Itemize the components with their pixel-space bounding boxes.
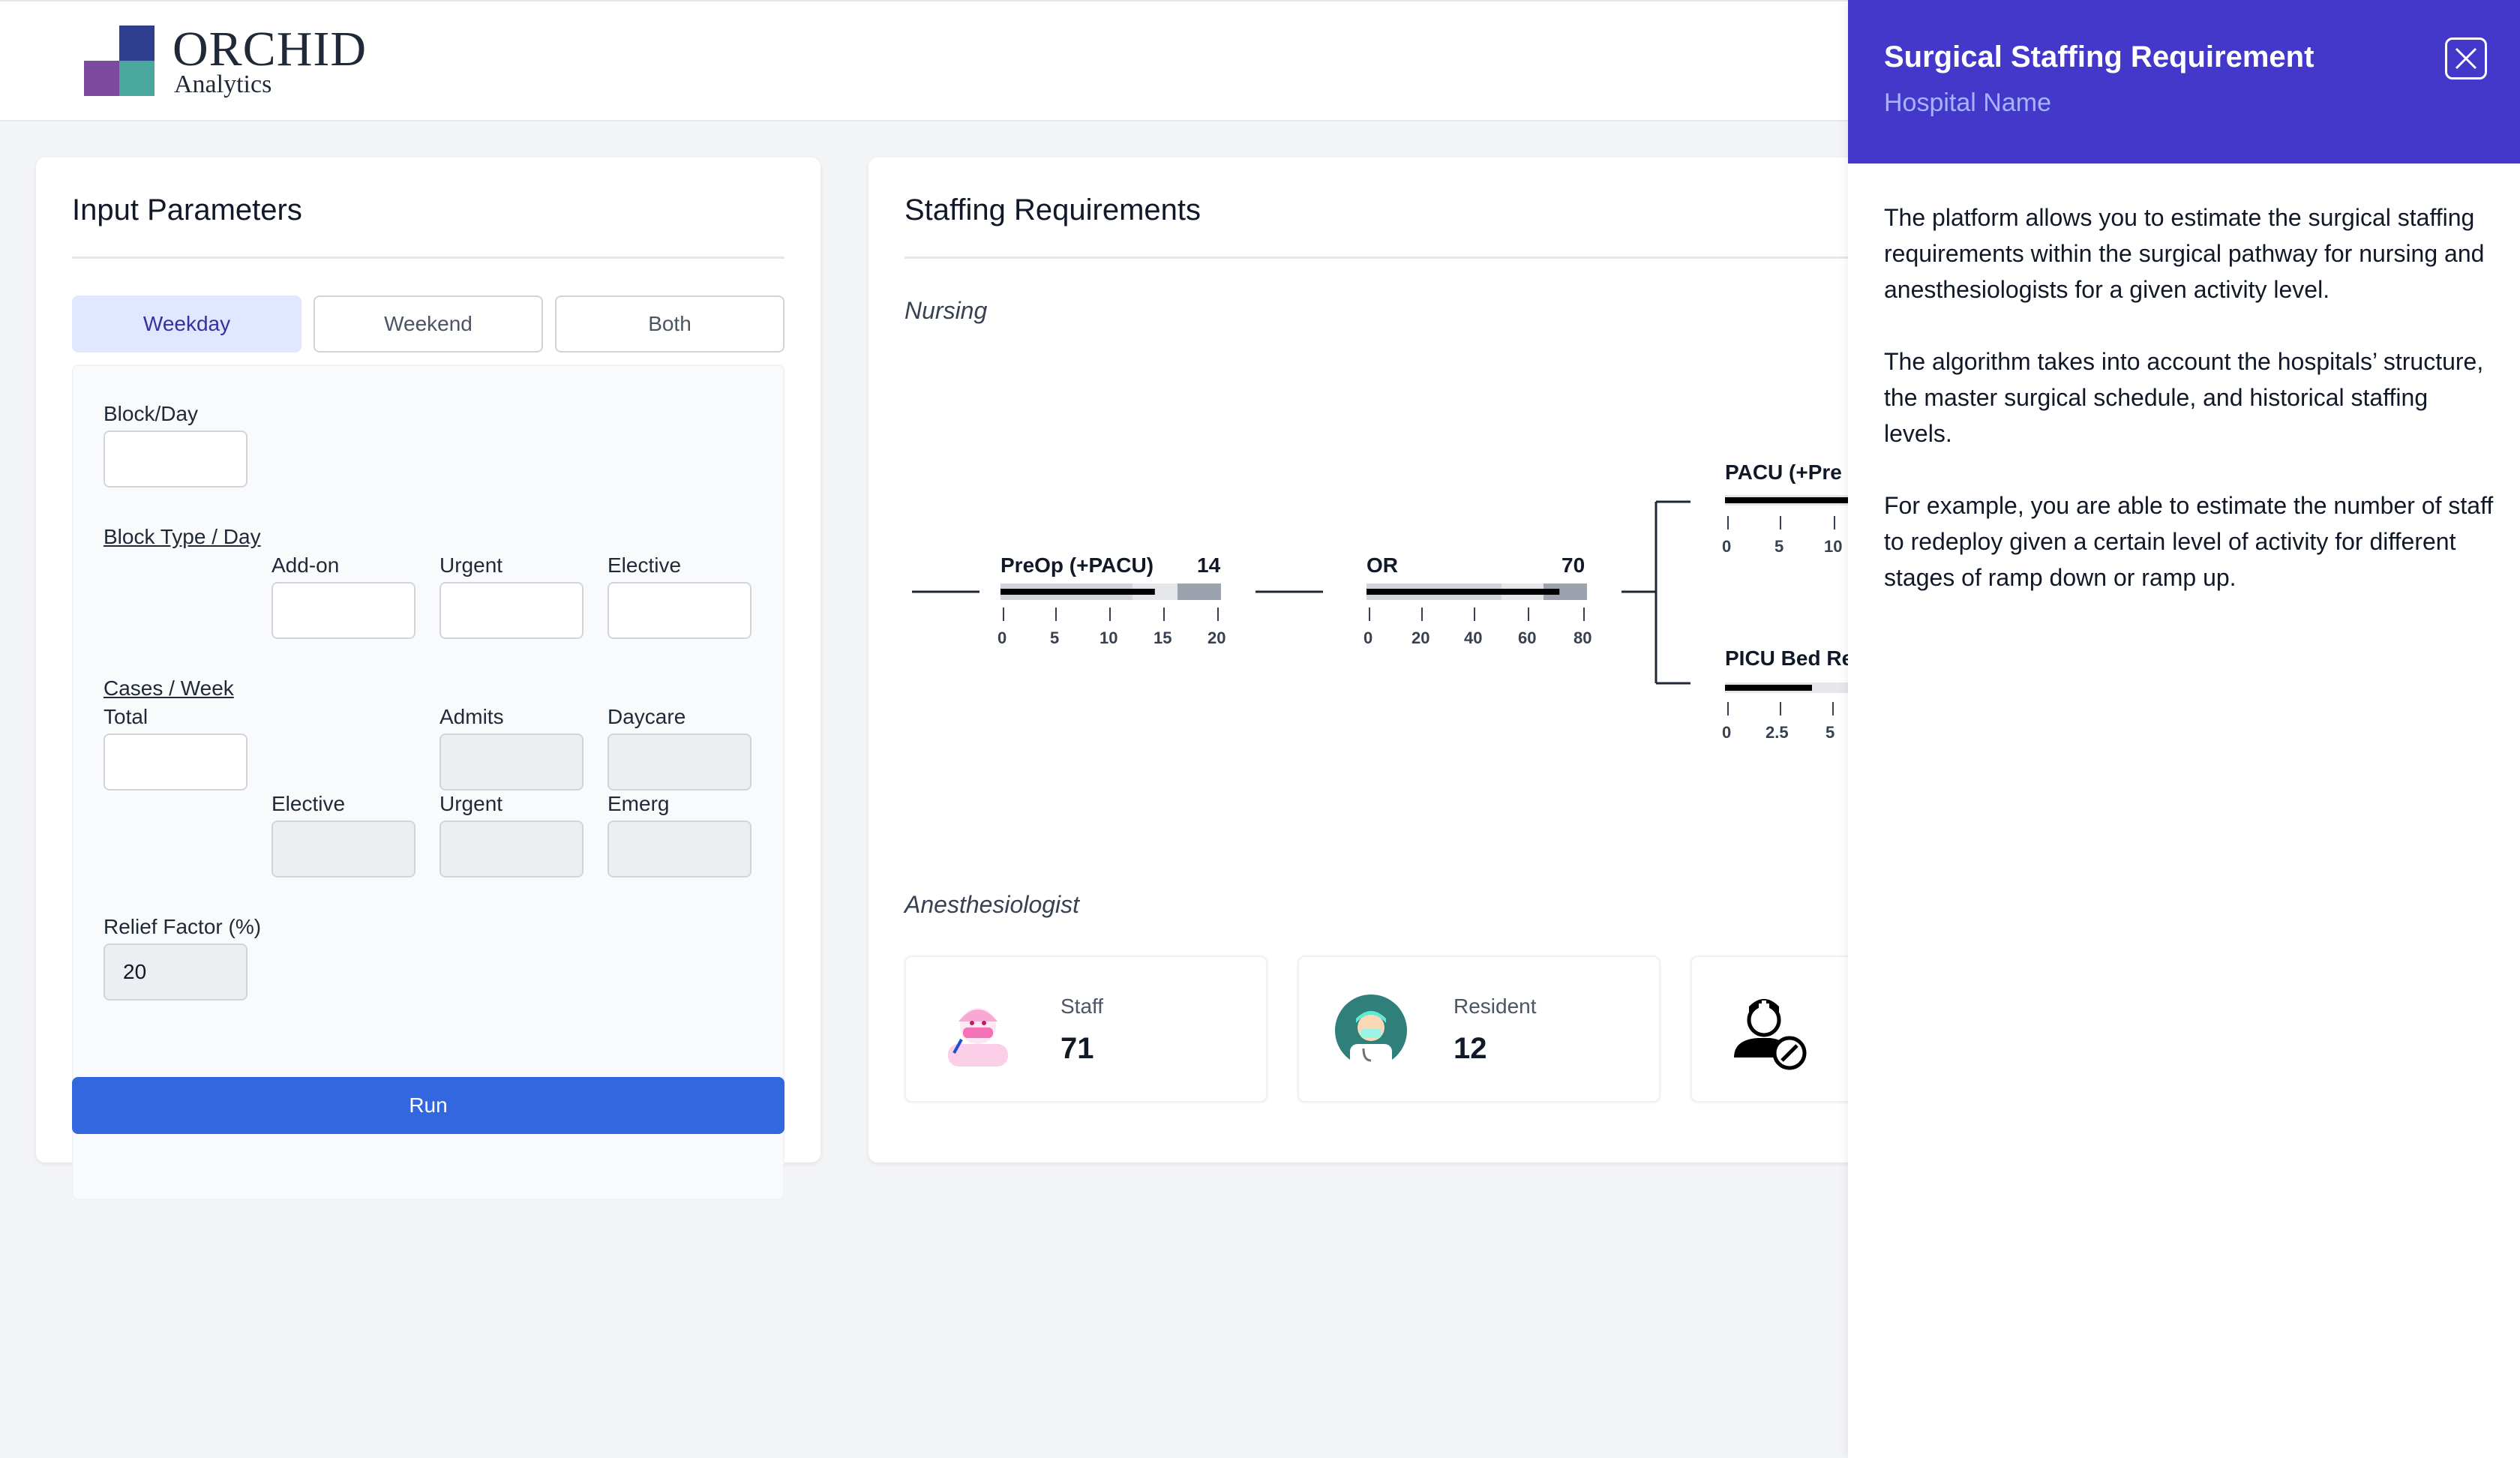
or-tick-label: 20 [1412,628,1430,647]
preop-tick-label: 0 [998,628,1007,647]
block-type-label: Block Type / Day [104,525,261,548]
preop-tick-label: 10 [1100,628,1118,647]
preop-tick-label: 20 [1208,628,1226,647]
or-tick-label: 80 [1574,628,1592,647]
close-icon [2455,47,2477,70]
orchid-logo[interactable]: ORCHID Analytics [84,22,384,100]
resident-avatar-icon [1335,994,1407,1068]
preop-tick-label: 15 [1154,628,1172,647]
drawer-paragraph-3: For example, you are able to estimate th… [1884,492,2494,591]
urgent-label: Urgent [440,554,503,577]
emerg-field [608,820,752,878]
total-input[interactable] [104,734,248,790]
total-label: Total [104,705,148,728]
anesthesiologist-section-title: Anesthesiologist [904,891,1080,918]
elective-input[interactable] [608,582,752,639]
input-form-panel: Block/Day Block Type / Day Add-on Urgent… [72,364,784,1200]
pacu-gauge [1725,495,1858,530]
nurse-avatar-icon [1734,999,1807,1070]
picu-gauge-bar [1725,685,1812,691]
stat-card-resident: Resident 12 [1298,956,1660,1102]
pacu-tick-label: 5 [1774,537,1784,556]
stat-card-staff: Staff 71 [904,956,1268,1102]
drawer-header: Surgical Staffing Requirement Hospital N… [1848,0,2520,164]
block-day-label: Block/Day [104,402,199,425]
picu-tick-label: 0 [1722,723,1732,742]
info-drawer: Surgical Staffing Requirement Hospital N… [1848,0,2520,1458]
preop-tick-label: 5 [1050,628,1060,647]
relief-factor-input[interactable]: 20 [104,944,248,1000]
picu-gauge-title: PICU Bed Re [1725,646,1854,670]
preop-gauge-title: PreOp (+PACU) [1000,554,1154,577]
resident-label: Resident [1454,994,1537,1018]
urgent-input[interactable] [440,582,584,639]
block-day-input[interactable] [104,430,248,488]
logo-square-teal [119,61,154,96]
daycare-field [608,734,752,790]
resident-value: 12 [1454,1032,1487,1065]
pacu-tick-label: 10 [1824,537,1843,556]
elective-cases-field [272,820,416,878]
preop-gauge-bar [1000,589,1155,595]
staffing-requirements-card: Staffing Requirements Nursing PreOp (+PA… [868,158,1858,1162]
or-tick-label: 60 [1518,628,1537,647]
admits-label: Admits [440,705,504,728]
logo-square-purple [84,61,119,96]
relief-factor-label: Relief Factor (%) [104,915,262,938]
picu-gauge [1725,682,1858,716]
urgent-cases-field [440,820,584,878]
logo-name: ORCHID [172,22,368,76]
title-divider [72,256,784,259]
preop-gauge [1000,584,1221,621]
admits-field [440,734,584,790]
daycare-label: Daycare [608,705,686,728]
or-gauge-title: OR [1366,554,1398,577]
stat-card-nurse [1690,956,1858,1102]
addon-label: Add-on [272,554,340,577]
pacu-gauge-bar [1725,497,1858,503]
logo-square-blue [119,26,154,61]
urgent-cases-label: Urgent [440,792,503,815]
drawer-subtitle: Hospital Name [1884,88,2051,117]
elective-label: Elective [608,554,682,577]
input-parameters-title: Input Parameters [72,194,302,226]
preop-gauge-value: 14 [1197,554,1221,577]
pacu-tick-label: 0 [1722,537,1732,556]
staff-label: Staff [1060,994,1104,1018]
pacu-gauge-title: PACU (+Pre [1725,460,1842,484]
nursing-flow-diagram [912,495,1858,716]
drawer-title: Surgical Staffing Requirement [1884,40,2314,74]
staff-avatar-icon [948,1008,1008,1066]
addon-input[interactable] [272,582,416,639]
or-tick-label: 40 [1464,628,1483,647]
or-gauge-bar [1366,589,1560,595]
tab-weekend[interactable]: Weekend [314,296,543,352]
or-tick-label: 0 [1364,628,1373,647]
preop-gauge-range-dark [1178,584,1221,600]
tab-both[interactable]: Both [555,296,784,352]
picu-tick-label: 2.5 [1766,723,1789,742]
picu-tick-label: 5 [1826,723,1835,742]
logo-subtitle: Analytics [174,70,272,98]
emerg-label: Emerg [608,792,670,815]
drawer-paragraph-1: The platform allows you to estimate the … [1884,204,2485,303]
or-gauge-value: 70 [1562,554,1586,577]
drawer-paragraph-2: The algorithm takes into account the hos… [1884,348,2484,447]
cases-week-label: Cases / Week [104,676,234,700]
or-gauge [1366,584,1587,621]
input-parameters-card: Input Parameters Weekday Weekend Both Bl… [36,158,820,1200]
tab-weekday[interactable]: Weekday [72,296,302,352]
staff-value: 71 [1060,1032,1094,1065]
elective-cases-label: Elective [272,792,346,815]
close-button[interactable] [2445,38,2487,80]
run-button[interactable]: Run [72,1077,784,1134]
